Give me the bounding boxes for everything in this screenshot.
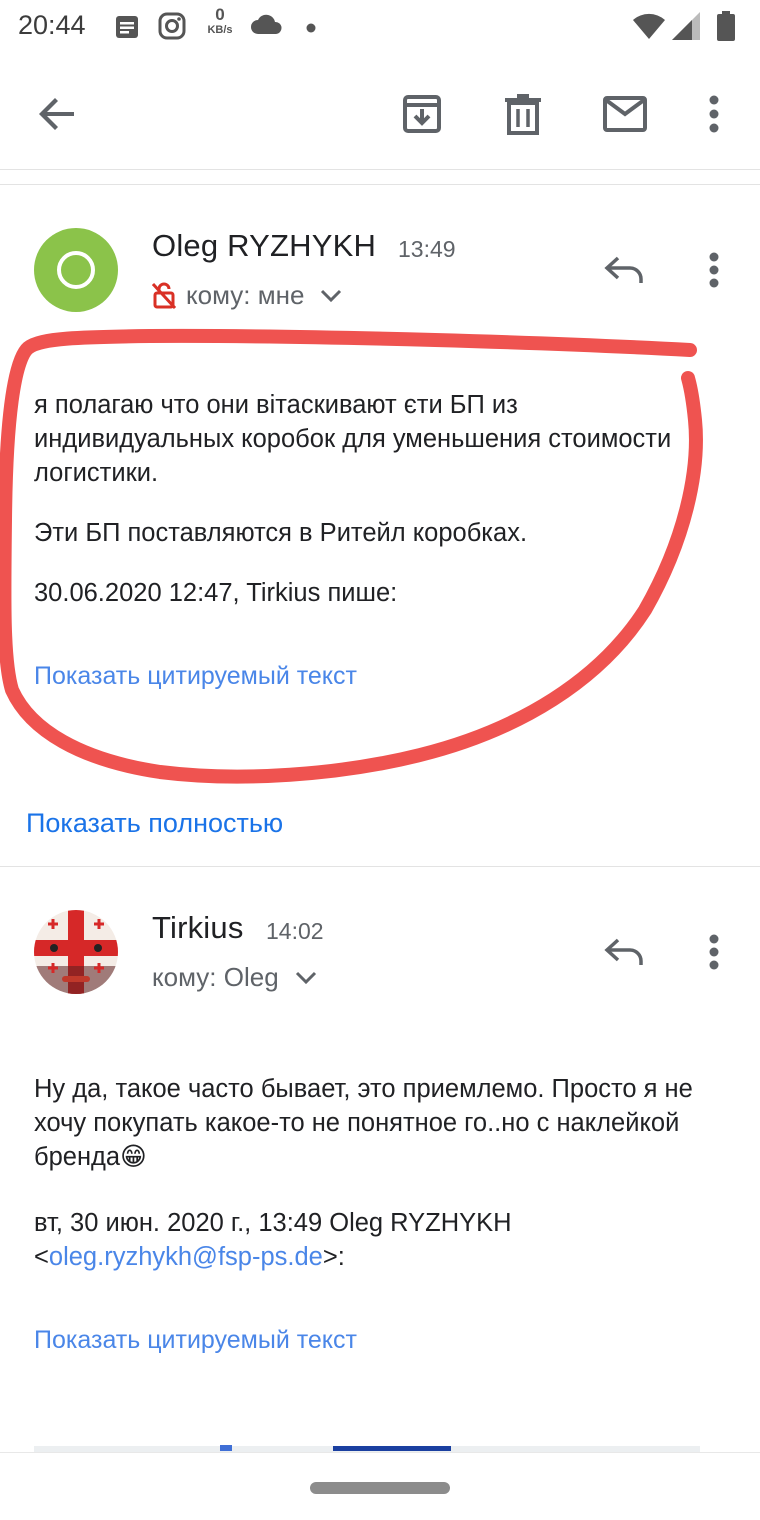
quote-header: вт, 30 июн. 2020 г., 13:49 Oleg RYZHYKH …: [34, 1206, 724, 1274]
avatar-letter-o-icon: [57, 251, 95, 289]
next-card-peek: [333, 1446, 451, 1451]
cloud-icon: [250, 14, 282, 41]
more-options-button[interactable]: [684, 84, 744, 144]
message-body-paragraph: Ну да, такое часто бывает, это приемлемо…: [34, 1075, 693, 1171]
highlight-scribble: [0, 328, 703, 784]
chevron-down-icon: [295, 971, 316, 984]
home-gesture-handle[interactable]: [310, 1482, 450, 1494]
message-body-paragraph: Эти БП поставляются в Ритейл коробках.: [34, 519, 528, 547]
archive-button[interactable]: [392, 84, 452, 144]
reply-icon: [604, 256, 643, 283]
lock-open-icon: [152, 282, 176, 309]
reply-button[interactable]: [596, 242, 652, 298]
instagram-icon: [158, 12, 186, 45]
recipients-toggle[interactable]: кому: мне: [152, 280, 342, 311]
next-card-peek: [220, 1445, 232, 1451]
show-quoted-text-link[interactable]: Показать цитируемый текст: [34, 662, 357, 691]
message-more-button[interactable]: [686, 924, 742, 980]
avatar-photo-icon: [34, 910, 118, 994]
reply-icon: [604, 938, 643, 965]
recipients-label: кому: мне: [186, 280, 305, 310]
recipients-toggle[interactable]: кому: Oleg: [152, 962, 317, 993]
signal-icon: [670, 10, 702, 47]
message-body-paragraph: 30.06.2020 12:47, Tirkius пише:: [34, 579, 398, 607]
status-bar: 20:44 0 KB/s: [0, 0, 760, 54]
quote-header-text: вт, 30 июн. 2020 г., 13:49 Oleg RYZHYKH: [34, 1209, 512, 1237]
message-icon: [114, 14, 140, 45]
wifi-icon: [632, 12, 666, 45]
chevron-down-icon: [321, 289, 342, 302]
avatar[interactable]: [34, 228, 118, 312]
show-quoted-text-link[interactable]: Показать цитируемый текст: [34, 1326, 357, 1355]
divider: [0, 866, 760, 867]
reply-button[interactable]: [596, 924, 652, 980]
net-speed: 0 KB/s: [200, 6, 240, 37]
net-speed-value: 0: [215, 5, 225, 24]
toolbar: [0, 60, 760, 170]
status-time: 20:44: [18, 10, 86, 40]
mail-icon: [603, 96, 647, 132]
quote-gt: >:: [322, 1243, 345, 1271]
avatar[interactable]: [34, 910, 118, 994]
delete-icon: [505, 94, 541, 135]
more-vert-icon: [709, 252, 719, 288]
quote-lt: <: [34, 1243, 49, 1271]
battery-icon: [716, 10, 736, 47]
back-arrow-icon: [39, 98, 74, 130]
email-link[interactable]: oleg.ryzhykh@fsp-ps.de: [49, 1243, 323, 1271]
message-time: 13:49: [398, 236, 456, 262]
delete-button[interactable]: [493, 84, 553, 144]
back-button[interactable]: [28, 84, 88, 144]
mark-unread-button[interactable]: [595, 84, 655, 144]
archive-icon: [403, 95, 441, 133]
more-vert-icon: [709, 95, 719, 133]
recipients-label: кому: Oleg: [152, 962, 279, 992]
message-time: 14:02: [266, 918, 324, 944]
divider: [0, 184, 760, 185]
net-speed-unit: KB/s: [207, 24, 233, 36]
dot-icon: [306, 20, 316, 38]
sender-name: Tirkius: [152, 910, 244, 945]
message-body-paragraph: я полагаю что они вітаскивают єти БП из …: [34, 391, 672, 487]
show-full-message-link[interactable]: Показать полностью: [26, 808, 283, 839]
sender-name: Oleg RYZHYKH: [152, 228, 377, 263]
more-vert-icon: [709, 934, 719, 970]
message-more-button[interactable]: [686, 242, 742, 298]
